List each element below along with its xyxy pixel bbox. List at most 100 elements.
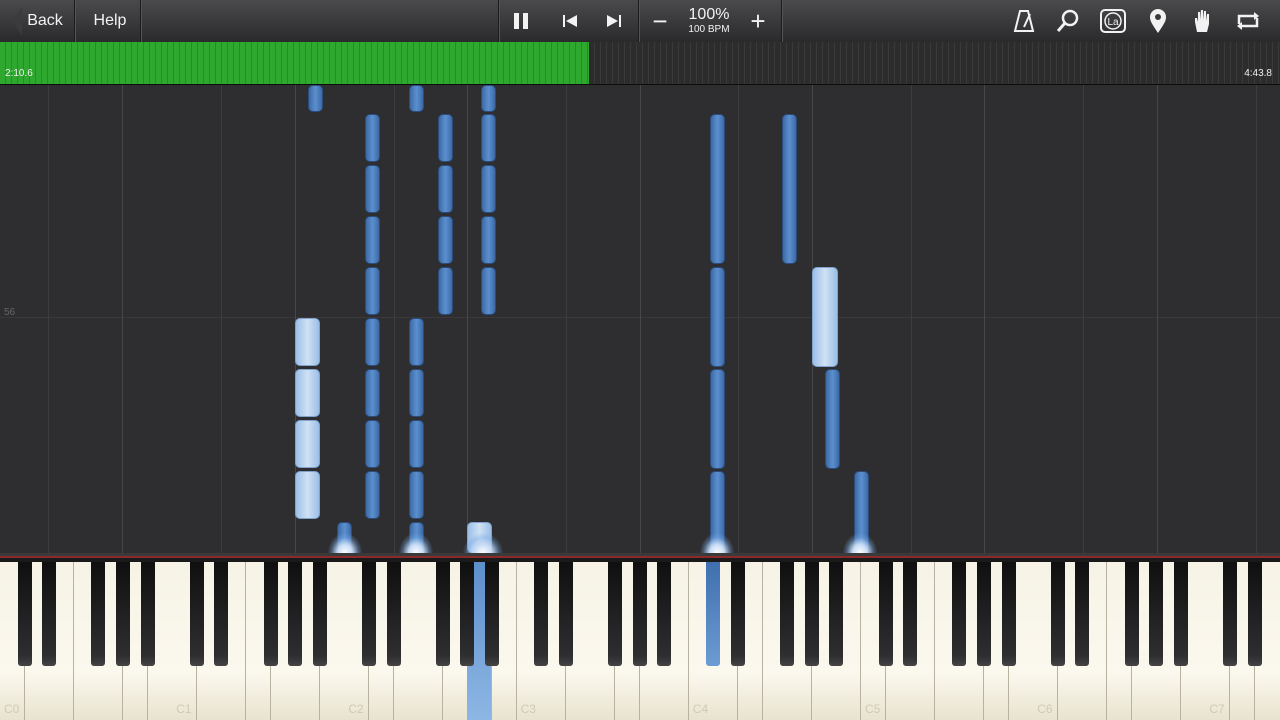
toolbar-divider <box>781 0 782 42</box>
falling-note <box>438 216 453 264</box>
black-key[interactable] <box>288 562 303 666</box>
bookmark-button[interactable] <box>1138 0 1178 42</box>
progress-fill <box>0 42 589 84</box>
black-key[interactable] <box>214 562 229 666</box>
black-key[interactable] <box>91 562 106 666</box>
falling-note <box>365 318 380 366</box>
total-time: 4:43.8 <box>1244 68 1272 79</box>
black-key[interactable] <box>558 562 573 666</box>
falling-note <box>365 216 380 264</box>
note-hit-sparkle <box>399 533 433 553</box>
grid-line <box>640 85 641 553</box>
label-icon: La <box>1100 9 1126 33</box>
black-key[interactable] <box>116 562 130 666</box>
piano-keyboard[interactable]: C0 C1 C2 C3 C4 C5 C6 C7 <box>0 553 1280 720</box>
black-key[interactable] <box>485 562 499 666</box>
help-button[interactable]: Help <box>82 0 138 42</box>
tempo-decrease-button[interactable]: − <box>642 0 678 42</box>
black-key[interactable] <box>1001 562 1016 666</box>
grid-line <box>221 85 222 553</box>
falling-note <box>295 318 320 366</box>
grid-line <box>122 85 123 553</box>
black-key[interactable] <box>657 562 672 666</box>
black-key[interactable] <box>435 562 450 666</box>
note-labels-button[interactable]: La <box>1093 0 1133 42</box>
black-key[interactable] <box>903 562 918 666</box>
black-key[interactable] <box>1149 562 1164 666</box>
grid-line <box>394 85 395 553</box>
black-key[interactable] <box>1223 562 1237 666</box>
black-key[interactable] <box>1050 562 1065 666</box>
black-key[interactable] <box>460 562 475 666</box>
falling-note <box>365 114 380 162</box>
song-progress-bar[interactable]: 2:10.6 4:43.8 <box>0 42 1280 85</box>
grid-line <box>1256 85 1257 553</box>
falling-note <box>438 165 453 213</box>
black-key[interactable] <box>780 562 795 666</box>
black-key[interactable] <box>706 562 721 666</box>
falling-note <box>825 369 840 469</box>
toolbar-divider <box>638 0 639 42</box>
tempo-increase-button[interactable]: + <box>740 0 776 42</box>
location-pin-icon <box>1150 9 1166 33</box>
octave-label: C1 <box>176 702 192 716</box>
note-hit-sparkle <box>328 533 362 553</box>
black-key[interactable] <box>386 562 401 666</box>
octave-label: C5 <box>865 702 881 716</box>
hand-icon <box>1195 10 1209 32</box>
skip-forward-icon <box>607 15 621 27</box>
back-button[interactable]: Back <box>8 0 72 42</box>
skip-back-button[interactable] <box>552 0 588 42</box>
black-key[interactable] <box>362 562 376 666</box>
black-key[interactable] <box>312 562 327 666</box>
black-key[interactable] <box>731 562 745 666</box>
falling-note <box>409 85 424 112</box>
label-icon-text: La <box>1107 17 1119 28</box>
black-key[interactable] <box>608 562 622 666</box>
black-key[interactable] <box>189 562 204 666</box>
black-key[interactable] <box>1075 562 1090 666</box>
falling-note <box>409 318 424 366</box>
black-key[interactable] <box>263 562 278 666</box>
toolbar: Back Help − 100% 100 BPM + La <box>0 0 1280 43</box>
note-hit-sparkle <box>463 533 503 553</box>
black-key[interactable] <box>1247 562 1262 666</box>
metronome-button[interactable] <box>1004 0 1044 42</box>
grid-line <box>1083 85 1084 553</box>
skip-forward-button[interactable] <box>596 0 632 42</box>
search-icon <box>1056 9 1079 32</box>
falling-note <box>710 369 725 469</box>
black-key[interactable] <box>534 562 549 666</box>
metronome-icon <box>1013 10 1035 32</box>
black-key[interactable] <box>952 562 967 666</box>
octave-label: C3 <box>520 702 536 716</box>
black-key[interactable] <box>1173 562 1188 666</box>
black-key[interactable] <box>1124 562 1139 666</box>
black-key[interactable] <box>17 562 32 666</box>
octave-label: C6 <box>1037 702 1053 716</box>
search-button[interactable] <box>1048 0 1088 42</box>
octave-label: C4 <box>692 702 709 716</box>
falling-note <box>409 471 424 519</box>
toolbar-divider <box>74 0 75 42</box>
loop-button[interactable] <box>1228 0 1268 42</box>
current-time: 2:10.6 <box>5 68 33 79</box>
toolbar-divider <box>498 0 499 42</box>
falling-note <box>295 471 320 519</box>
toolbar-divider <box>140 0 141 42</box>
black-key[interactable] <box>804 562 819 666</box>
falling-note <box>710 267 725 367</box>
black-key[interactable] <box>140 562 155 666</box>
falling-note <box>481 85 496 112</box>
black-key[interactable] <box>42 562 57 666</box>
black-key[interactable] <box>977 562 991 666</box>
falling-note <box>481 114 496 162</box>
tempo-display: 100% 100 BPM <box>680 0 738 42</box>
grid-line <box>48 85 49 553</box>
pause-button[interactable] <box>503 0 539 42</box>
progress-remaining <box>588 42 1280 84</box>
hand-mode-button[interactable] <box>1183 0 1223 42</box>
black-key[interactable] <box>632 562 647 666</box>
black-key[interactable] <box>878 562 893 666</box>
black-key[interactable] <box>829 562 844 666</box>
